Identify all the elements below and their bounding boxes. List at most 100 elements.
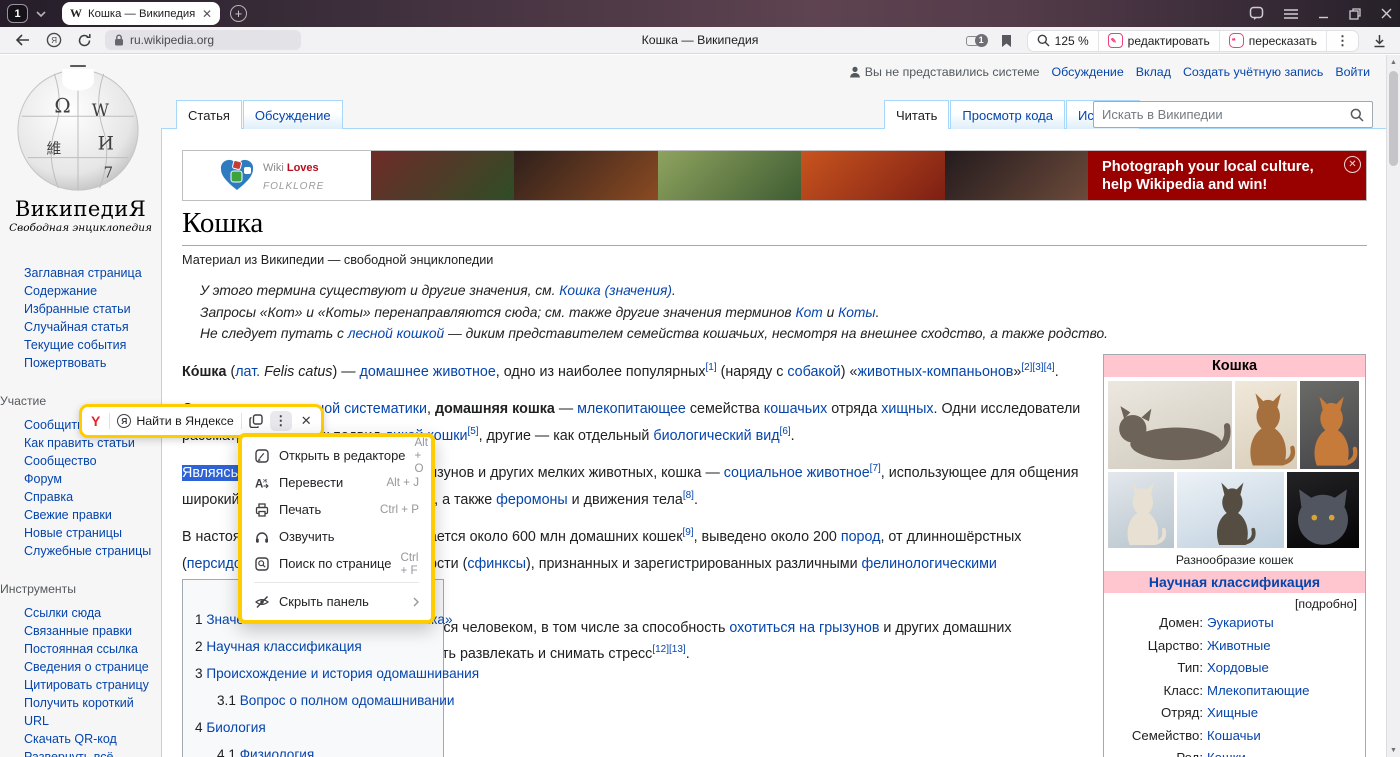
wlf-banner[interactable]: Wiki Loves FOLKLORE Photograph your loca… xyxy=(182,150,1367,201)
reference-link[interactable]: [1] xyxy=(706,362,717,373)
wiki-tab-Обсуждение[interactable]: Обсуждение xyxy=(243,100,343,129)
retell-button[interactable]: ❝ пересказать xyxy=(1219,31,1326,51)
reference-link[interactable]: [12][13] xyxy=(652,644,685,655)
sidebar-link[interactable]: Случайная статья xyxy=(24,318,156,336)
taxonomy-value[interactable]: Кошки xyxy=(1207,747,1246,757)
reference-link[interactable]: [7] xyxy=(870,463,881,474)
scroll-down-icon[interactable]: ▼ xyxy=(1387,743,1400,757)
copy-icon[interactable] xyxy=(249,414,263,428)
toc-link[interactable]: Научная классификация xyxy=(206,639,361,654)
sidebar-link[interactable]: Справка xyxy=(24,488,156,506)
inline-link[interactable]: феромоны xyxy=(496,492,568,508)
sidebar-link[interactable]: Связанные правки xyxy=(24,622,156,640)
inline-link[interactable]: домашнее животное xyxy=(359,364,495,380)
toolbar-kebab-button[interactable]: ⋮ xyxy=(1326,31,1358,51)
search-icon[interactable] xyxy=(1350,108,1364,122)
browser-tab[interactable]: W Кошка — Википедия ✕ xyxy=(62,2,220,25)
taxonomy-value[interactable]: Хордовые xyxy=(1207,657,1269,680)
taxonomy-value[interactable]: Хищные xyxy=(1207,702,1258,725)
menu-icon[interactable] xyxy=(1284,9,1298,19)
toc-link[interactable]: Физиология xyxy=(240,747,315,757)
menu-item-translate[interactable]: AжПеревестиAlt + J xyxy=(242,469,431,496)
toc-link[interactable]: Биология xyxy=(206,720,265,735)
menu-item-hide[interactable]: Скрыть панель xyxy=(242,588,431,615)
close-button[interactable] xyxy=(1381,8,1392,19)
menu-item-print[interactable]: ПечатьCtrl + P xyxy=(242,496,431,523)
personal-link[interactable]: Войти xyxy=(1335,65,1370,79)
sidebar-link[interactable]: Цитировать страницу xyxy=(24,676,156,694)
sidebar-link[interactable]: Заглавная страница xyxy=(24,264,156,282)
inline-link[interactable]: лесной кошкой xyxy=(348,326,444,341)
popup-kebab-button[interactable]: ⋮ xyxy=(270,411,292,431)
dialog-icon[interactable] xyxy=(1249,6,1264,21)
back-icon[interactable] xyxy=(14,32,31,49)
tab-counter-button[interactable]: 1 xyxy=(7,4,28,23)
reference-link[interactable]: [6] xyxy=(780,426,791,437)
address-bar[interactable]: ru.wikipedia.org xyxy=(105,30,301,50)
toc-link[interactable]: Происхождение и история одомашнивания xyxy=(206,666,479,681)
sidebar-link[interactable]: Пожертвовать xyxy=(24,354,156,372)
inline-link[interactable]: Кот xyxy=(795,305,822,320)
personal-link[interactable]: Создать учётную запись xyxy=(1183,65,1323,79)
inline-link[interactable]: собакой xyxy=(787,364,840,380)
inline-link[interactable]: хищных xyxy=(881,401,933,417)
sidebar-link[interactable]: Текущие события xyxy=(24,336,156,354)
inline-link[interactable]: фелинологическими xyxy=(862,556,997,572)
zoom-control[interactable]: 125 % xyxy=(1028,31,1098,51)
sidebar-link[interactable]: Избранные статьи xyxy=(24,300,156,318)
yandex-logo-letter[interactable]: Y xyxy=(89,413,102,429)
sidebar-link[interactable]: Получить короткий URL xyxy=(24,694,156,730)
sidebar-link[interactable]: Новые страницы xyxy=(24,524,156,542)
inline-link[interactable]: млекопитающее xyxy=(577,401,686,417)
personal-link[interactable]: Вклад xyxy=(1136,65,1171,79)
downloads-icon[interactable] xyxy=(1371,32,1388,49)
sidebar-link[interactable]: Содержание xyxy=(24,282,156,300)
reference-link[interactable]: [5] xyxy=(467,426,478,437)
menu-item-find[interactable]: Поиск по страницеCtrl + F xyxy=(242,550,431,577)
restore-button[interactable] xyxy=(1349,8,1361,20)
menu-item-editor[interactable]: Открыть в редактореAlt + O xyxy=(242,442,431,469)
scrollbar-thumb[interactable] xyxy=(1389,71,1398,166)
new-tab-button[interactable]: + xyxy=(230,5,247,22)
taxonomy-value[interactable]: Кошачьи xyxy=(1207,725,1261,748)
wikipedia-globe-logo[interactable]: Ω W И 7 維 xyxy=(12,65,144,195)
wiki-tab-Читать[interactable]: Читать xyxy=(884,100,949,129)
taxonomy-value[interactable]: Животные xyxy=(1207,635,1271,658)
sidebar-link[interactable]: Развернуть всё xyxy=(24,748,156,757)
inline-link[interactable]: пород xyxy=(841,529,881,545)
inline-link[interactable]: охотиться на грызунов xyxy=(729,620,879,636)
details-link[interactable]: [подробно] xyxy=(1104,593,1365,612)
inline-link[interactable]: Коты xyxy=(838,305,875,320)
sidebar-link[interactable]: Сообщество xyxy=(24,452,156,470)
banner-close-icon[interactable]: ✕ xyxy=(1344,156,1361,173)
inline-link[interactable]: кошачьих xyxy=(764,401,828,417)
personal-link[interactable]: Обсуждение xyxy=(1052,65,1124,79)
tab-close-icon[interactable]: ✕ xyxy=(202,8,212,20)
reference-link[interactable]: [8] xyxy=(683,490,694,501)
scrollbar[interactable]: ▲ ▼ xyxy=(1386,55,1400,757)
toc-link[interactable]: Вопрос о полном одомашнивании xyxy=(240,693,455,708)
wiki-search-input[interactable] xyxy=(1102,107,1350,122)
sidebar-link[interactable]: Сведения о странице xyxy=(24,658,156,676)
bookmark-icon[interactable] xyxy=(998,32,1015,49)
sidebar-link[interactable]: Служебные страницы xyxy=(24,542,156,560)
inline-link[interactable]: Кошка (значения) xyxy=(559,283,672,298)
classification-header[interactable]: Научная классификация xyxy=(1104,571,1365,593)
sidebar-link[interactable]: Ссылки сюда xyxy=(24,604,156,622)
wiki-tab-Просмотр кода[interactable]: Просмотр кода xyxy=(950,100,1065,129)
taxonomy-value[interactable]: Эукариоты xyxy=(1207,612,1274,635)
yandex-services-icon[interactable]: Я xyxy=(45,32,62,49)
inline-link[interactable]: животных-компаньонов xyxy=(857,364,1013,380)
reference-link[interactable]: [2][3][4] xyxy=(1021,362,1054,373)
sidebar-link[interactable]: Форум xyxy=(24,470,156,488)
refresh-icon[interactable] xyxy=(76,32,93,49)
inline-link[interactable]: биологический вид xyxy=(653,428,779,444)
sidebar-link[interactable]: Свежие правки xyxy=(24,506,156,524)
sidebar-link[interactable]: Скачать QR-код xyxy=(24,730,156,748)
minimize-button[interactable] xyxy=(1318,8,1329,19)
taxonomy-value[interactable]: Млекопитающие xyxy=(1207,680,1309,703)
find-in-yandex-button[interactable]: Я Найти в Яндексе xyxy=(117,414,233,428)
chevron-down-icon[interactable] xyxy=(34,7,48,21)
scroll-up-icon[interactable]: ▲ xyxy=(1387,55,1400,69)
inline-link[interactable]: социальное животное xyxy=(724,465,870,481)
